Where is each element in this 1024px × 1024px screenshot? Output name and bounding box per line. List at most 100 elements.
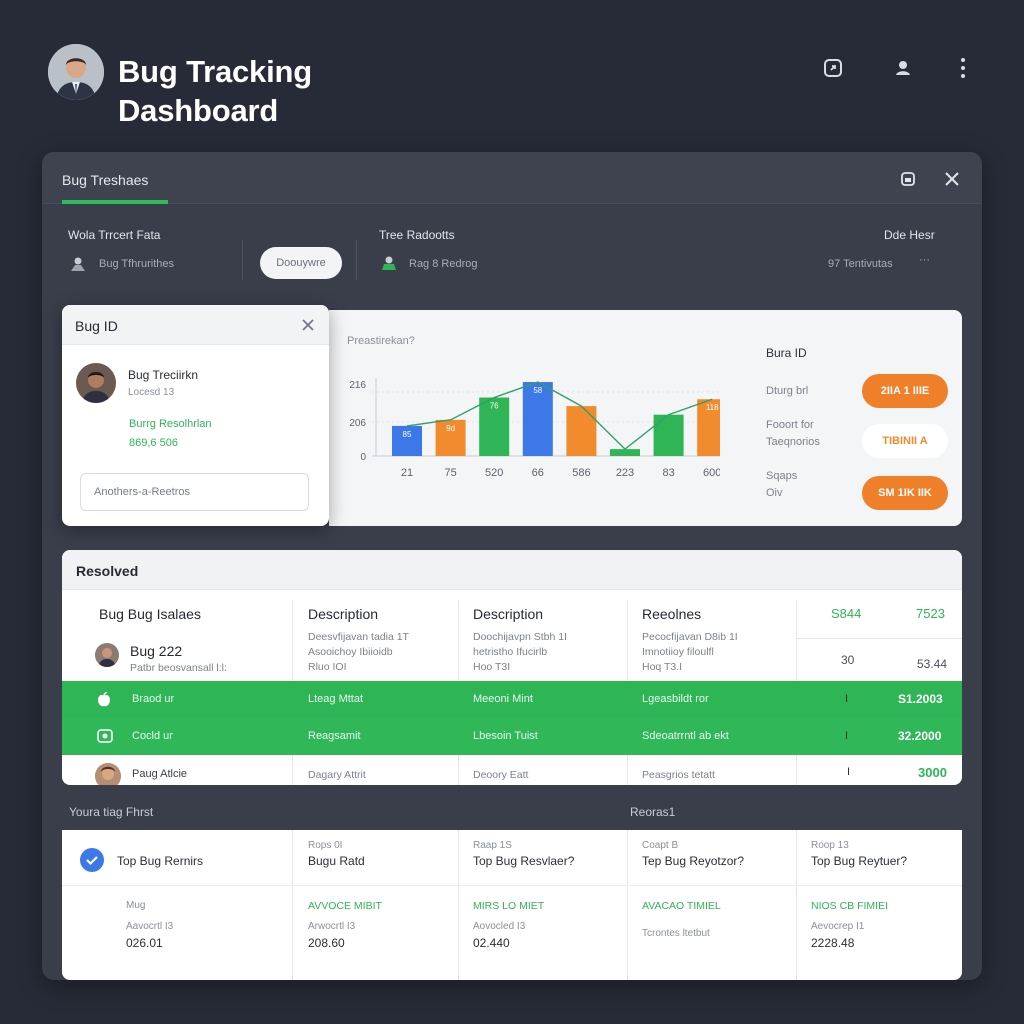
column-header[interactable]: 7523: [916, 606, 945, 621]
bar-data-label: 9d: [446, 424, 455, 433]
x-tick-label: 586: [572, 467, 590, 479]
bottom-col4-line2: Aevocrep I1: [811, 921, 865, 932]
bottom-col1-value: 208.60: [308, 936, 345, 950]
status-badge[interactable]: SM 1IK IIK: [862, 476, 948, 510]
chart-side-row3-label2: Oiv: [766, 487, 783, 499]
record-icon: [97, 729, 113, 748]
user-icon[interactable]: [889, 54, 917, 82]
divider: [292, 830, 293, 980]
column-header[interactable]: Description: [473, 606, 543, 622]
bottom-col4-sub: Roop 13: [811, 840, 849, 851]
table-row-title: Braod ur: [132, 693, 175, 705]
bottom-col1-sub: Rops 0I: [308, 840, 343, 851]
panel-header: [42, 152, 982, 204]
bottom-col0-title: Top Bug Rernirs: [117, 854, 204, 868]
bottom-col1-green: AVVOCE MIBIT: [308, 900, 382, 912]
column-header[interactable]: Reeolnes: [642, 606, 701, 622]
bottom-col3-green: AVACAO TIMIEL: [642, 900, 721, 912]
divider: [62, 885, 962, 886]
chart-caption: Preastirekan?: [347, 335, 415, 347]
table-cell: Dagary Attrit: [308, 769, 366, 781]
bottom-col2-line2: Aovocled I3: [473, 921, 526, 932]
filter-group1-value[interactable]: Bug Tfhrurithes: [99, 258, 174, 270]
external-link-icon[interactable]: [819, 54, 847, 82]
table-row-title[interactable]: Paug Atlcie: [132, 768, 187, 780]
table-cell-value: 53.44: [917, 657, 948, 671]
filter-group3-label: Dde Hesr: [884, 228, 935, 242]
bar-data-label: 58: [533, 386, 542, 395]
divider: [627, 830, 628, 980]
avatar: [95, 763, 121, 785]
cell-line: Hoo T3I: [473, 661, 511, 673]
close-icon[interactable]: [301, 318, 315, 337]
x-tick-label: 600: [703, 467, 720, 479]
y-tick-label: 206: [349, 418, 366, 429]
close-icon[interactable]: [943, 170, 961, 193]
table-row-highlighted[interactable]: Braod ur Lteag Mttat Meeoni Mint Lgeasbi…: [62, 681, 962, 718]
bug-sub: Locesd 13: [128, 387, 175, 398]
more-horizontal-icon[interactable]: ···: [919, 254, 930, 266]
chart-bar: [610, 449, 640, 456]
table-cell: Lbesoin Tuist: [473, 730, 538, 742]
user-avatar[interactable]: [48, 44, 104, 100]
filter-group2-value[interactable]: Rag 8 Redrog: [409, 258, 478, 270]
x-tick-label: 520: [485, 467, 503, 479]
panel-tab-title[interactable]: Bug Treshaes: [62, 172, 148, 188]
x-tick-label: 75: [444, 467, 456, 479]
bottom-col2-title: Top Bug Resvlaer?: [473, 854, 575, 868]
table-row-highlighted[interactable]: Cocld ur Reagsamit Lbesoin Tuist Sdeoatr…: [62, 718, 962, 755]
table-cell-value: I: [847, 766, 851, 778]
notes-input[interactable]: Anothers-a-Reetros: [80, 473, 309, 511]
column-header[interactable]: S844: [831, 606, 861, 621]
bottom-col0-value: 026.01: [126, 936, 163, 950]
chart-side-row3-label: Sqaps Oiv: [766, 468, 797, 502]
chart-side-row2-label2: Taeqnorios: [766, 436, 820, 448]
table-cell: Doochijavpn Stbh 1I hetristho Ifucirlb H…: [473, 630, 567, 675]
table-cell-value: 3000: [918, 765, 947, 780]
avatar: [76, 363, 116, 403]
table-title: Resolved: [76, 563, 139, 579]
chart-side-row3-label1: Sqaps: [766, 470, 798, 482]
status-badge[interactable]: TIBINII A: [862, 424, 948, 458]
cell-line: Asooichoy Ibiioidb: [308, 646, 393, 658]
table-cell-value: I: [845, 730, 849, 742]
table-row-title[interactable]: Bug 222: [130, 643, 182, 659]
status-badge[interactable]: 2IIA 1 IIIE: [862, 374, 948, 408]
bar-data-label: 118: [706, 403, 719, 412]
chart-side-title: Bura ID: [766, 346, 807, 360]
bottom-col2-sub: Raap 1S: [473, 840, 512, 851]
table-row-title: Cocld ur: [132, 730, 173, 742]
table-cell: Lgeasbildt ror: [642, 693, 709, 705]
page-title: Bug Tracking Dashboard: [118, 52, 312, 130]
chart-side-row2-label: Fooort for Taeqnorios: [766, 417, 820, 451]
x-tick-label: 66: [532, 467, 544, 479]
cell-line: Doochijavpn Stbh 1I: [473, 631, 567, 643]
cell-line: Pecocfijavan D8ib 1I: [642, 631, 738, 643]
filter-group3-value[interactable]: 97 Tentivutas: [828, 258, 893, 270]
y-tick-label: 216: [349, 380, 366, 391]
apple-icon: [97, 691, 111, 713]
chart-bar: [566, 406, 597, 456]
user-small-icon: [381, 255, 397, 276]
more-vertical-icon[interactable]: [949, 54, 977, 82]
column-header[interactable]: Bug Bug Isalaes: [99, 606, 201, 622]
filter-group2-label: Tree Radootts: [379, 228, 455, 242]
table-cell: Peasgrios tetatt: [642, 769, 715, 781]
page-title-line1: Bug Tracking: [118, 54, 312, 89]
cell-line: Hoq T3.I: [642, 661, 683, 673]
page-title-line2: Dashboard: [118, 93, 279, 128]
filter-group1-label: Wola Trrcert Fata: [68, 228, 161, 242]
section-label: Reoras1: [630, 805, 676, 819]
filter-button[interactable]: Doouywre: [260, 247, 342, 279]
table-cell: Reagsamit: [308, 730, 361, 742]
bottom-col4-green: NIOS CB FIMIEI: [811, 900, 889, 912]
cell-line: Rluo IOI: [308, 661, 347, 673]
column-header[interactable]: Description: [308, 606, 378, 622]
check-circle-icon[interactable]: [80, 848, 104, 877]
bug-card-title: Bug ID: [75, 318, 118, 334]
resolution-value: 869,6 506: [129, 437, 178, 449]
save-icon[interactable]: [899, 170, 917, 193]
bar-data-label: 76: [490, 402, 499, 411]
table-cell-value: 32.2000: [898, 729, 942, 743]
divider: [796, 638, 962, 639]
